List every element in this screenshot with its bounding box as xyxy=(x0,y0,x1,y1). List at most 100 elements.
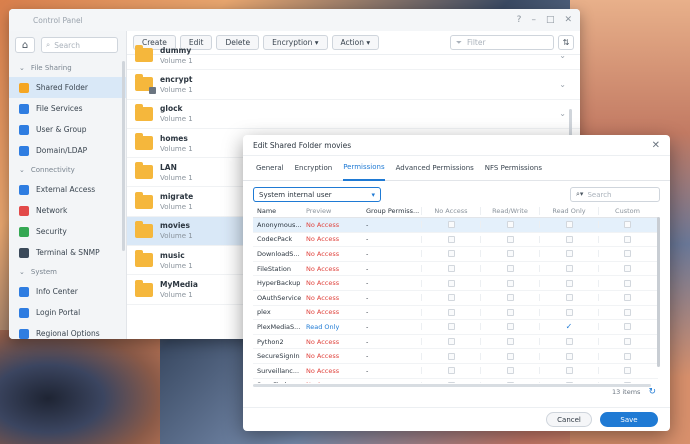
sidebar-item[interactable]: Login Portal xyxy=(9,302,126,323)
table-row[interactable]: Python2 No Access - xyxy=(253,335,658,350)
checkbox[interactable] xyxy=(447,308,455,316)
table-row[interactable]: SecureSignIn No Access - xyxy=(253,349,658,364)
dialog-search-input[interactable]: ⌕▾ Search xyxy=(570,187,660,202)
checkbox[interactable] xyxy=(447,250,455,258)
sidebar-item[interactable]: Security xyxy=(9,221,126,242)
checkbox[interactable] xyxy=(624,352,631,360)
sidebar-item[interactable]: Info Center xyxy=(9,281,126,302)
cancel-button[interactable]: Cancel xyxy=(546,412,592,427)
checkbox[interactable] xyxy=(447,367,455,375)
checkbox[interactable] xyxy=(506,221,514,229)
table-row[interactable]: PlexMediaS... Read Only - ✓ xyxy=(253,320,658,335)
checkbox[interactable] xyxy=(624,221,631,229)
checkbox[interactable] xyxy=(506,381,514,383)
checkbox[interactable] xyxy=(447,235,455,243)
save-button[interactable]: Save xyxy=(600,412,658,427)
checkbox[interactable] xyxy=(565,308,573,316)
checkbox[interactable] xyxy=(506,279,514,287)
table-row[interactable]: SynoFinderNo Access- xyxy=(253,379,658,383)
tab-permissions[interactable]: Permissions xyxy=(343,156,385,181)
checkbox[interactable] xyxy=(447,294,455,302)
sidebar-item[interactable]: External Access xyxy=(9,179,126,200)
sidebar-group-header[interactable]: ⌄ System xyxy=(9,263,126,281)
sidebar-item[interactable]: User & Group xyxy=(9,119,126,140)
checkbox[interactable] xyxy=(447,381,455,383)
column-header[interactable]: No Access xyxy=(421,207,480,215)
checkbox[interactable] xyxy=(624,381,631,383)
checkbox[interactable] xyxy=(506,250,514,258)
table-row[interactable]: CodecPack No Access - xyxy=(253,233,658,248)
chevron-down-icon[interactable]: ⌄ xyxy=(559,80,566,89)
checkbox[interactable] xyxy=(565,221,573,229)
sidebar-item[interactable]: Terminal & SNMP xyxy=(9,242,126,263)
column-header[interactable]: Read/Write xyxy=(480,207,539,215)
checkbox[interactable] xyxy=(624,308,631,316)
checkbox[interactable] xyxy=(565,294,573,302)
table-scrollbar[interactable] xyxy=(657,217,660,367)
checkbox[interactable] xyxy=(506,294,514,302)
tab-advanced-permissions[interactable]: Advanced Permissions xyxy=(396,156,474,181)
sidebar-item[interactable]: File Services xyxy=(9,98,126,119)
checkbox[interactable] xyxy=(565,265,573,273)
checkbox[interactable] xyxy=(447,338,455,346)
checkbox[interactable] xyxy=(506,265,514,273)
sidebar-group-header[interactable]: ⌄ Connectivity xyxy=(9,161,126,179)
close-icon[interactable]: ✕ xyxy=(652,140,660,151)
table-row[interactable]: plex No Access - xyxy=(253,306,658,321)
table-row[interactable]: HyperBackup No Access - xyxy=(253,276,658,291)
checkbox[interactable] xyxy=(624,323,631,331)
tab-nfs-permissions[interactable]: NFS Permissions xyxy=(485,156,542,181)
checkbox[interactable] xyxy=(565,381,573,383)
checkbox[interactable] xyxy=(447,265,455,273)
checkbox[interactable] xyxy=(565,235,573,243)
folder-row[interactable]: glock Volume 1 ⌄ xyxy=(127,100,580,129)
checkbox[interactable] xyxy=(506,352,514,360)
close-icon[interactable]: ✕ xyxy=(564,15,572,25)
maximize-icon[interactable]: □ xyxy=(546,15,555,25)
checkbox[interactable] xyxy=(624,294,631,302)
help-icon[interactable]: ? xyxy=(517,15,522,25)
refresh-icon[interactable]: ↻ xyxy=(648,387,656,397)
checkbox[interactable] xyxy=(506,338,514,346)
checkbox[interactable] xyxy=(565,367,573,375)
sidebar-item[interactable]: Network xyxy=(9,200,126,221)
checkbox[interactable] xyxy=(565,279,573,287)
column-header[interactable]: Name xyxy=(253,207,303,215)
tab-general[interactable]: General xyxy=(256,156,284,181)
column-header[interactable]: Custom xyxy=(598,207,656,215)
column-header[interactable]: Preview xyxy=(303,207,363,215)
checkbox[interactable] xyxy=(506,367,514,375)
checkbox[interactable] xyxy=(624,250,631,258)
sidebar-item[interactable]: Shared Folder xyxy=(9,77,126,98)
sidebar-scrollbar[interactable] xyxy=(122,61,125,251)
checkbox[interactable] xyxy=(565,250,573,258)
tab-encryption[interactable]: Encryption xyxy=(295,156,333,181)
table-hscrollbar[interactable] xyxy=(253,384,651,387)
checkbox[interactable] xyxy=(565,352,573,360)
chevron-down-icon[interactable]: ⌄ xyxy=(559,109,566,118)
table-row[interactable]: Anonymous... No Access - xyxy=(253,218,658,233)
column-header[interactable]: Group Permiss... xyxy=(363,207,421,215)
sidebar-item[interactable]: Domain/LDAP xyxy=(9,140,126,161)
column-header[interactable]: Read Only xyxy=(539,207,598,215)
checkbox[interactable] xyxy=(506,323,514,331)
checkbox[interactable] xyxy=(447,279,455,287)
checkbox[interactable] xyxy=(624,235,631,243)
checkbox[interactable] xyxy=(624,279,631,287)
checkbox[interactable] xyxy=(447,221,455,229)
checkmark-icon[interactable]: ✓ xyxy=(566,323,573,331)
checkbox[interactable] xyxy=(624,265,631,273)
user-type-select[interactable]: System internal user ▾ xyxy=(253,187,381,202)
chevron-down-icon[interactable]: ⌄ xyxy=(559,51,566,60)
sidebar-item[interactable]: Regional Options xyxy=(9,323,126,339)
table-row[interactable]: DownloadS... No Access - xyxy=(253,247,658,262)
checkbox[interactable] xyxy=(506,308,514,316)
checkbox[interactable] xyxy=(624,338,631,346)
table-row[interactable]: FileStation No Access - xyxy=(253,262,658,277)
folder-row[interactable]: dummy Volume 1 ⌄ xyxy=(127,41,580,71)
sidebar-group-header[interactable]: ⌄ File Sharing xyxy=(9,59,126,77)
checkbox[interactable] xyxy=(565,338,573,346)
checkbox[interactable] xyxy=(447,323,455,331)
checkbox[interactable] xyxy=(447,352,455,360)
minimize-icon[interactable]: – xyxy=(531,15,536,25)
